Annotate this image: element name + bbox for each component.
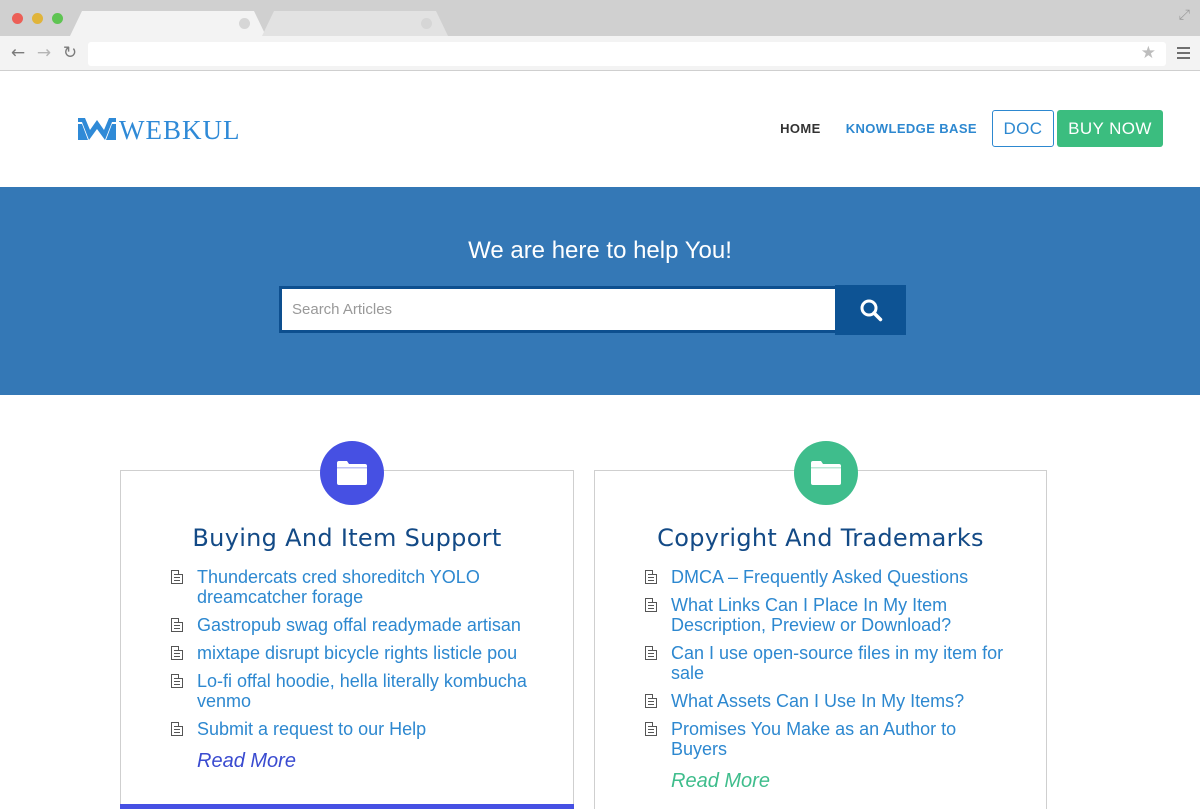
document-icon <box>645 722 657 736</box>
document-icon <box>171 722 183 736</box>
browser-tab-active[interactable] <box>70 11 266 36</box>
tab-close-icon[interactable] <box>421 18 432 29</box>
article-link[interactable]: What Assets Can I Use In My Items? <box>645 691 1015 711</box>
minimize-window-button[interactable] <box>32 13 43 24</box>
article-link[interactable]: What Links Can I Place In My Item Descri… <box>645 595 1015 635</box>
doc-button[interactable]: DOC <box>992 110 1054 147</box>
article-link[interactable]: Promises You Make as an Author to Buyers <box>645 719 1015 759</box>
folder-icon <box>337 461 367 485</box>
maximize-window-button[interactable] <box>52 13 63 24</box>
site-header: WEBKUL HOME KNOWLEDGE BASE DOC BUY NOW <box>0 71 1200 187</box>
buy-now-button[interactable]: BUY NOW <box>1057 110 1163 147</box>
search-input[interactable] <box>279 286 837 333</box>
article-link[interactable]: mixtape disrupt bicycle rights listicle … <box>171 643 541 663</box>
browser-tab-inactive[interactable] <box>262 11 448 36</box>
article-list: DMCA – Frequently Asked Questions What L… <box>645 567 1015 767</box>
card-accent-bar <box>120 804 574 809</box>
close-window-button[interactable] <box>12 13 23 24</box>
logo-link[interactable]: WEBKUL <box>78 115 241 145</box>
document-icon <box>171 646 183 660</box>
webkul-logo-icon <box>78 118 116 140</box>
document-icon <box>171 570 183 584</box>
hero-title: We are here to help You! <box>468 237 732 264</box>
arrow-left-icon[interactable]: ← <box>7 42 29 64</box>
article-link[interactable]: DMCA – Frequently Asked Questions <box>645 567 1015 587</box>
search-button[interactable] <box>835 285 906 335</box>
article-link[interactable]: Thundercats cred shoreditch YOLO dreamca… <box>171 567 541 607</box>
document-icon <box>645 646 657 660</box>
category-icon-circle <box>320 441 384 505</box>
document-icon <box>171 674 183 688</box>
article-link[interactable]: Can I use open-source files in my item f… <box>645 643 1015 683</box>
category-card-copyright: Copyright And Trademarks DMCA – Frequent… <box>594 441 1047 809</box>
document-icon <box>171 618 183 632</box>
nav-knowledge-base[interactable]: KNOWLEDGE BASE <box>846 121 977 136</box>
article-list: Thundercats cred shoreditch YOLO dreamca… <box>171 567 541 747</box>
reload-icon[interactable]: ↻ <box>59 42 81 64</box>
card-title: Buying And Item Support <box>192 524 502 552</box>
article-link[interactable]: Gastropub swag offal readymade artisan <box>171 615 541 635</box>
hero-banner: We are here to help You! <box>0 187 1200 395</box>
folder-icon <box>811 461 841 485</box>
nav-home[interactable]: HOME <box>780 121 821 136</box>
search-icon <box>860 299 882 322</box>
document-icon <box>645 598 657 612</box>
read-more-link[interactable]: Read More <box>197 750 296 773</box>
browser-chrome: ⤢ ← → ↻ ★ <box>0 0 1200 71</box>
logo-text: WEBKUL <box>119 115 241 145</box>
article-link[interactable]: Lo-fi offal hoodie, hella literally komb… <box>171 671 541 711</box>
tab-bar: ⤢ <box>0 0 1200 36</box>
tab-close-icon[interactable] <box>239 18 250 29</box>
read-more-link[interactable]: Read More <box>671 770 770 793</box>
star-icon[interactable]: ★ <box>1141 43 1156 63</box>
category-card-buying: Buying And Item Support Thundercats cred… <box>120 441 574 809</box>
address-bar[interactable]: ★ <box>88 42 1166 66</box>
card-title: Copyright And Trademarks <box>657 524 984 552</box>
browser-toolbar: ← → ↻ ★ <box>0 36 1200 71</box>
hamburger-menu-icon[interactable] <box>1177 47 1190 59</box>
article-link[interactable]: Submit a request to our Help <box>171 719 541 739</box>
document-icon <box>645 570 657 584</box>
arrow-right-icon[interactable]: → <box>33 42 55 64</box>
document-icon <box>645 694 657 708</box>
expand-icon[interactable]: ⤢ <box>1179 7 1190 23</box>
category-icon-circle <box>794 441 858 505</box>
main-nav: HOME KNOWLEDGE BASE DOC BUY NOW <box>780 110 1163 147</box>
